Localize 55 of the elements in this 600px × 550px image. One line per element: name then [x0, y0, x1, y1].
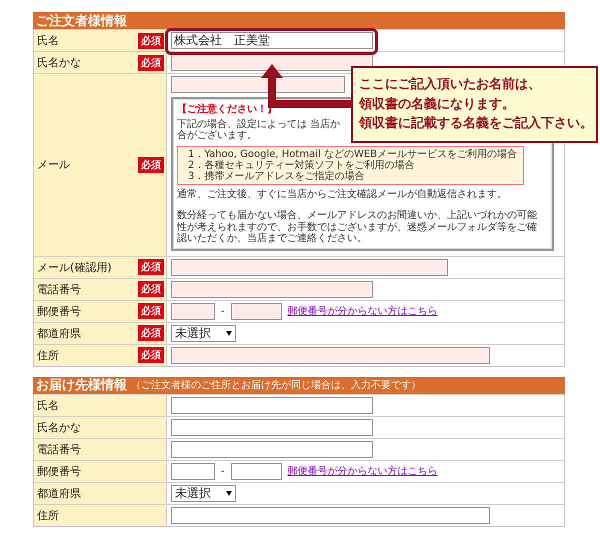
prefecture-select[interactable]: 未選択	[171, 484, 236, 502]
field-label: 都道府県	[37, 326, 81, 341]
field-label: 電話番号	[37, 282, 81, 297]
notice-text: 下記の場合、設定によっては 当店か	[177, 119, 340, 130]
field-label: メール(確認用)	[37, 260, 112, 275]
required-badge: 必須	[138, 32, 164, 48]
text-field[interactable]	[171, 258, 448, 276]
section-title: お届け先様情報	[36, 377, 127, 394]
required-badge: 必須	[138, 156, 164, 173]
field-label: 氏名かな	[37, 55, 81, 70]
required-badge: 必須	[138, 281, 164, 298]
separator-text: -	[221, 466, 225, 477]
field-label: メール	[37, 157, 70, 172]
prefecture-select[interactable]: 未選択	[171, 324, 236, 342]
notice-item: 1．Yahoo, Google, Hotmail などのWEBメールサービスをご利用の場合	[188, 148, 518, 160]
separator-text: -	[221, 306, 225, 317]
field-label: 郵便番号	[37, 304, 81, 319]
notice-text: 数分経っても届かない場合、メールアドレスのお間違いか、上記いづれかの可能性が考えられますので、お手数ではございますが、迷惑メールフォルダ等をご確認いただくか、当店までご連絡ください。	[177, 210, 538, 244]
postal-code-field[interactable]	[171, 302, 215, 320]
required-badge: 必須	[138, 54, 164, 70]
field-label: 氏名かな	[37, 420, 81, 435]
notice-item: 2．各種セキュリティー対策ソフトをご利用の場合	[188, 160, 416, 171]
text-field[interactable]	[171, 280, 373, 298]
field-label: 住所	[37, 348, 59, 363]
postal-lookup-link[interactable]: 郵便番号が分からない方はこちら	[288, 464, 438, 478]
field-label: 氏名	[37, 398, 59, 413]
text-field[interactable]	[171, 396, 373, 414]
postal-lookup-link[interactable]: 郵便番号が分からない方はこちら	[288, 304, 438, 318]
text-field[interactable]	[171, 418, 373, 436]
required-badge: 必須	[138, 347, 164, 364]
section-title: ご注文者様情報	[36, 12, 127, 30]
notice-text: 通常、ご注文後、すぐに当店からご注文確認メールが自動返信されます。	[177, 189, 508, 200]
postal-code-field[interactable]	[230, 462, 282, 480]
section-note: （ご注文者様のご住所とお届け先が同じ場合は、入力不要です）	[131, 378, 421, 392]
text-field[interactable]	[171, 440, 373, 458]
field-label: 住所	[37, 508, 59, 523]
field-label: 都道府県	[37, 486, 81, 501]
field-label: 氏名	[37, 33, 59, 48]
text-field[interactable]	[171, 506, 490, 524]
required-badge: 必須	[138, 259, 164, 276]
field-label: 電話番号	[37, 442, 81, 457]
caret-icon	[226, 330, 232, 336]
field-label: 郵便番号	[37, 464, 81, 479]
text-field[interactable]	[171, 54, 373, 71]
postal-code-field[interactable]	[171, 462, 215, 480]
text-field[interactable]	[171, 346, 490, 364]
postal-code-field[interactable]	[230, 302, 282, 320]
notice-text: 合がございます。	[177, 130, 257, 142]
caret-icon	[226, 490, 232, 496]
text-field[interactable]: 株式会社 正美堂	[171, 32, 373, 49]
notice-item: 3．携帯メールアドレスをご指定の場合	[188, 170, 364, 182]
callout-text: ここにご記入頂いたお名前は、 領収書の名義になります。 領収書に記載する名義をご記入下さい。	[351, 66, 598, 142]
required-badge: 必須	[138, 303, 164, 320]
required-badge: 必須	[138, 325, 164, 342]
text-field[interactable]	[171, 76, 345, 93]
